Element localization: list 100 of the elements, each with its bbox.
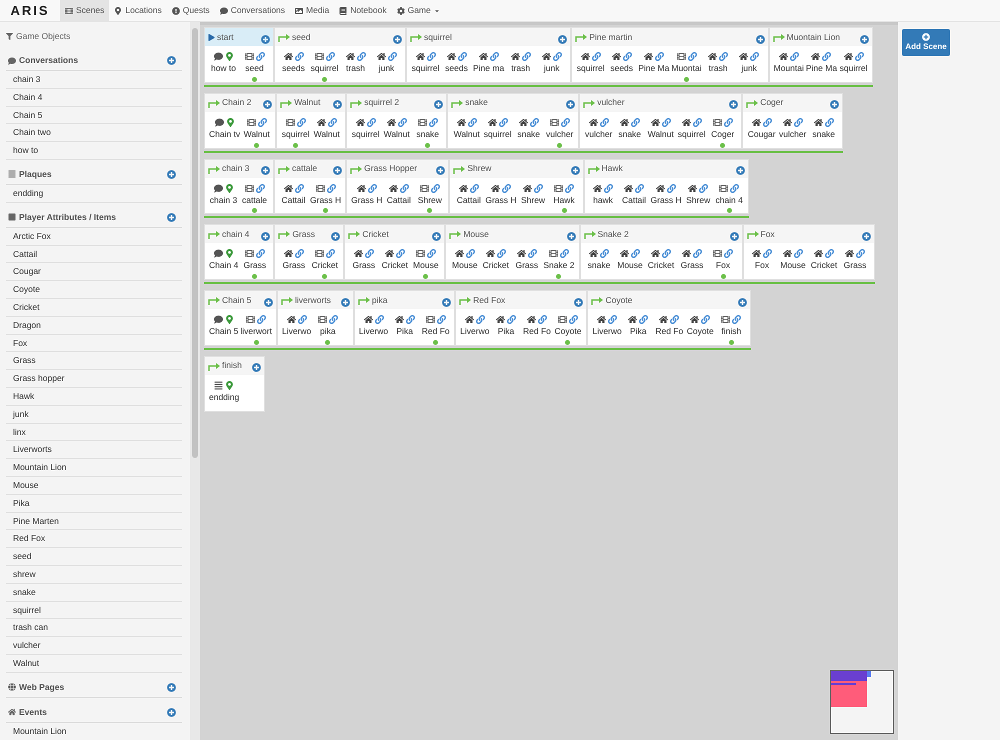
scene-item-label[interactable]: hawk [593,194,613,206]
scrollbar[interactable] [190,22,200,740]
add-icon[interactable] [264,298,273,306]
scene-item-label[interactable]: squirrel [840,62,868,75]
add-icon[interactable] [570,166,580,175]
sidebar-item[interactable]: Coyote [6,281,182,299]
add-icon[interactable] [333,100,342,110]
scene-item-label[interactable]: vulcher [584,128,612,140]
minimap-drawing[interactable] [830,670,894,734]
logo[interactable]: ARIS [0,0,60,21]
scene-item-label[interactable]: Grass [282,259,306,272]
scene-card[interactable]: Muontain Lion Mountai Pine Ma squirrel [768,27,874,83]
scene-item-label[interactable]: squirrel [412,62,440,75]
scene-item-label[interactable]: Coyote [686,325,714,338]
add-icon[interactable] [393,34,402,44]
add-icon[interactable] [860,34,870,44]
add-scene-button[interactable]: Add Scene [902,29,950,56]
scene-item-label[interactable]: Cricket [312,259,338,272]
scene-item-label[interactable]: Pine ma [473,62,504,75]
scene-item-label[interactable]: Cattail [281,194,306,206]
scene-item-label[interactable]: Walnut [648,128,674,140]
sidebar-item[interactable]: Cougar [6,263,182,282]
scene-item-label[interactable]: Fox [754,259,770,272]
scene-item-label[interactable]: Fox [716,259,730,272]
sidebar-item[interactable]: snake [6,584,182,602]
scene-card[interactable]: Cricket Grass Cricket Mouse [344,224,446,280]
add-icon[interactable] [261,232,270,241]
add-icon[interactable] [862,232,871,241]
add-icon[interactable] [167,212,176,222]
add-icon[interactable] [167,170,176,179]
scene-item-label[interactable]: snake [416,128,440,140]
scene-item-label[interactable]: Walnut [244,128,270,140]
scene-card[interactable]: Coyote Liverwo Pika Red Fo Coyote finish [587,290,751,346]
add-icon[interactable] [566,100,576,110]
scene-item-label[interactable]: liverwort [240,325,272,338]
scene-item-label[interactable]: trash [511,62,530,75]
sidebar-item[interactable]: Pika [6,494,182,513]
sidebar-item[interactable]: Hawk [6,388,182,406]
scene-card[interactable]: Walnut squirrel Walnut [276,92,346,148]
scene-item-label[interactable]: Liverwo [592,325,622,338]
scene-item-label[interactable]: squirrel [310,62,338,75]
sidebar-item[interactable]: chain 3 [6,71,182,89]
add-icon[interactable] [167,682,176,692]
scene-card[interactable]: pika Liverwo Pika Red Fo [354,290,456,346]
sidebar-item[interactable]: seed [6,548,182,566]
scene-card[interactable]: squirrel 2 squirrel Walnut snake [346,92,448,148]
scene-item-label[interactable]: squirrel [352,128,380,140]
add-icon[interactable] [558,34,568,44]
scene-card[interactable]: chain 3 chain 3 cattale [204,158,274,214]
add-icon[interactable] [736,166,745,175]
scene-card[interactable]: Pine martin squirrel seeds Pine Ma Muontai trash junk [571,27,769,83]
scene-item-label[interactable]: Cricket [648,259,674,272]
sidebar-item[interactable]: Chain 5 [6,106,182,124]
scene-item-label[interactable]: Shrew [418,194,442,206]
scene-item-label[interactable]: junk [544,62,560,75]
sidebar-item[interactable]: Red Fox [6,530,182,548]
add-icon[interactable] [436,166,446,175]
sidebar-item[interactable]: Fox [6,334,182,352]
scene-item-label[interactable]: how to [210,62,236,75]
add-icon[interactable] [432,232,442,241]
nav-tab[interactable]: Conversations [214,0,290,21]
scene-card[interactable]: seed seeds squirrel trash junk [274,27,406,83]
scene-item-label[interactable]: squirrel [484,128,512,140]
scene-item-label[interactable]: Shrew [520,194,546,206]
scene-item-label[interactable]: seeds [610,62,634,75]
nav-tab[interactable]: Notebook [334,0,392,21]
scene-item-label[interactable]: Shrew [686,194,710,206]
scene-item-label[interactable]: snake [618,128,642,140]
sidebar-item[interactable]: Pine Marten [6,512,182,530]
add-icon[interactable] [340,298,350,306]
scene-item-label[interactable]: Chain 4 [209,259,238,272]
nav-tab[interactable]: Media [290,0,334,21]
add-icon[interactable] [730,232,739,241]
add-icon[interactable] [261,166,270,175]
scene-card[interactable]: vulcher vulcher snake Walnut squirrel Coger [579,92,742,148]
scene-item-label[interactable]: chain 3 [210,194,238,206]
scene-item-label[interactable]: seeds [282,62,305,75]
scene-item-label[interactable]: Cricket [382,259,408,272]
add-icon[interactable] [574,298,584,306]
scene-item-label[interactable]: Cricket [482,259,510,272]
sidebar-item[interactable]: Chain 4 [6,88,182,107]
scene-item-label[interactable]: Liverwo [282,325,312,338]
scene-card[interactable]: chain 4 Chain 4 Grass [204,224,274,280]
add-icon[interactable] [261,34,270,44]
scene-item-label[interactable]: Red Fo [655,325,684,338]
sidebar-item[interactable]: linx [6,424,182,442]
scene-card[interactable]: snake Walnut squirrel snake vulcher [447,92,580,148]
add-icon[interactable] [167,708,176,717]
scene-item-label[interactable]: endding [209,390,240,404]
scene-item-label[interactable]: Muontai [671,62,702,75]
scene-card[interactable]: Grass Hopper Grass H Cattail Shrew [346,158,450,214]
scene-item-label[interactable]: Grass H [351,194,382,206]
sidebar-item[interactable]: Mountain Lion [6,459,182,477]
scene-item-label[interactable]: squirrel [282,128,310,140]
add-icon[interactable] [252,363,261,372]
nav-tab[interactable]: Locations [109,0,167,21]
add-icon[interactable] [434,100,444,110]
scene-item-label[interactable]: squirrel [576,62,605,75]
scene-item-label[interactable]: Grass [243,259,266,272]
scene-item-label[interactable]: trash [346,62,365,75]
